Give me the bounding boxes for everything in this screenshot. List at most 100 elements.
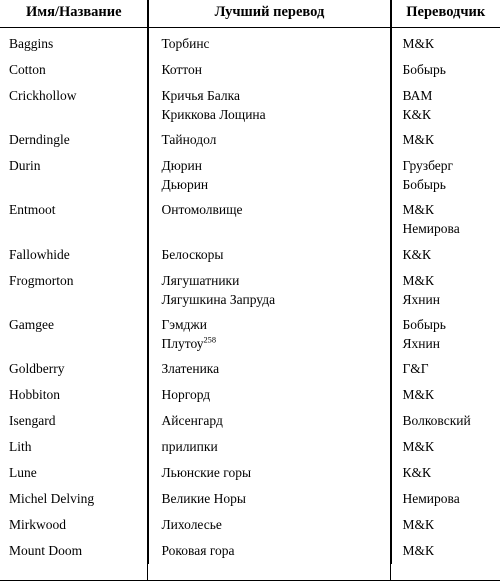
translator-text: ВАМ (402, 87, 433, 103)
cell-translation: Златеника (148, 356, 392, 383)
translation-text: Гэмджи (161, 316, 207, 332)
translator-text: М&К (402, 517, 435, 533)
translation-text: Лягушатники (161, 272, 240, 288)
table-row: Entmoot Онтомолвище М&К Немирова (0, 197, 500, 242)
name-text: Goldberry (9, 361, 65, 377)
translation-text: Дюрин (161, 157, 203, 173)
cell-name: Cotton (0, 56, 149, 83)
translation-text: Плутоу258 (161, 335, 217, 352)
translation-text: Криккова Лощина (161, 106, 266, 122)
cell-translation: Коттон (148, 56, 392, 83)
translator-text: М&К (402, 439, 435, 455)
cell-translation: Норгорд (148, 382, 392, 409)
translation-text: Торбинс (161, 35, 210, 51)
translator-text: К&К (402, 246, 432, 262)
translation-text: прилипки (161, 439, 218, 455)
translator-text: Бобырь (402, 61, 446, 77)
cell-translator: Бобырь (391, 57, 500, 83)
cell-name: Isengard (0, 408, 149, 435)
translator-text: М&К (402, 202, 435, 218)
name-text: Isengard (9, 413, 56, 429)
translator-text: М&К (402, 131, 435, 147)
cell-name: Gamgee (0, 311, 149, 357)
cell-translator: Бобырь Яхнин (391, 312, 500, 356)
cell-translation: Кричья Балка Криккова Лощина (148, 82, 392, 127)
table-row: Derndingle Тайнодол М&К (0, 126, 500, 153)
cell-translation: Белоскоры (148, 241, 392, 268)
translator-text: М&К (402, 387, 435, 403)
translator-text: Бобырь (402, 316, 446, 332)
translator-text: К&К (402, 106, 432, 122)
cell-translator: М&К (391, 512, 500, 538)
table-bottom-rule (0, 580, 500, 581)
cell-translation: Тайнодол (148, 126, 392, 153)
cell-translator: ВАМ К&К (391, 83, 500, 127)
cell-name: Entmoot (0, 197, 149, 242)
translation-text: Роковая гора (161, 543, 235, 559)
translation-text: Льюнские горы (161, 465, 252, 481)
cell-translation: прилипки (148, 434, 392, 461)
table-row: Mount Doom Роковая гора М&К (0, 538, 500, 565)
translator-text: Бобырь (402, 177, 446, 193)
cell-translation: Онтомолвище (148, 197, 392, 242)
table-body: Baggins Торбинс М&К Cotton Коттон Бобырь Crick… (0, 26, 500, 565)
translation-text: Онтомолвище (161, 202, 243, 218)
table-row: Gamgee Гэмджи Плутоу258 Бобырь Яхнин (0, 311, 500, 357)
table-row: Lith прилипки М&К (0, 434, 500, 461)
table-row: Durin Дюрин Дьюрин Грузберг Бобырь (0, 152, 500, 198)
cell-name: Mount Doom (0, 538, 149, 565)
name-text: Mount Doom (9, 543, 83, 559)
column-header-translator: Переводчик (391, 0, 500, 28)
cell-translation: Лихолесье (148, 512, 392, 539)
cell-name: Hobbiton (0, 382, 149, 409)
name-text: Durin (9, 157, 41, 173)
translation-text: Коттон (161, 61, 203, 77)
translation-text: Лихолесье (161, 517, 222, 533)
translator-text: Волковский (402, 413, 471, 429)
table-header: Имя/Название Лучший перевод Переводчик (0, 0, 500, 28)
table-row: Frogmorton Лягушатники Лягушкина Запруда М&… (0, 267, 500, 312)
cell-translation: Гэмджи Плутоу258 (148, 311, 392, 357)
table-row: Isengard Айсенгард Волковский (0, 408, 500, 435)
name-text: Frogmorton (9, 272, 74, 288)
cell-translator: М&К (391, 434, 500, 460)
translation-text: Айсенгард (161, 413, 223, 429)
table-row: Michel Delving Великие Норы Немирова (0, 486, 500, 513)
cell-name: Michel Delving (0, 486, 149, 513)
translator-text: Немирова (402, 221, 460, 237)
name-text: Entmoot (9, 202, 56, 218)
table-row: Fallowhide Белоскоры К&К (0, 241, 500, 268)
translation-text: Кричья Балка (161, 87, 240, 103)
translator-text: Немирова (402, 491, 460, 507)
cell-translation: Великие Норы (148, 486, 392, 513)
glossary-table: Имя/Название Лучший перевод Переводчик B… (0, 0, 500, 565)
name-text: Derndingle (9, 131, 70, 147)
column-header-translation: Лучший перевод (148, 0, 392, 28)
translation-text: Белоскоры (161, 246, 224, 262)
name-text: Gamgee (9, 316, 54, 332)
column-header-name: Имя/Название (0, 0, 149, 28)
cell-translator: К&К (391, 242, 500, 268)
cell-name: Fallowhide (0, 241, 149, 268)
translator-text: К&К (402, 465, 432, 481)
column-divider-1 (147, 0, 148, 581)
table-row: Mirkwood Лихолесье М&К (0, 512, 500, 539)
cell-translator: М&К (391, 538, 500, 564)
translation-text: Великие Норы (161, 491, 246, 507)
column-divider-2 (390, 0, 391, 581)
cell-translation: Дюрин Дьюрин (148, 152, 392, 198)
cell-name: Derndingle (0, 126, 149, 153)
table-row: Crickhollow Кричья Балка Криккова Лощина ВА… (0, 82, 500, 127)
cell-translator: Г&Г (391, 356, 500, 382)
table-row: Baggins Торбинс М&К (0, 30, 500, 57)
translator-text: Г&Г (402, 361, 429, 377)
table-row: Cotton Коттон Бобырь (0, 56, 500, 83)
translator-text: Грузберг (402, 157, 454, 173)
translation-text: Златеника (161, 361, 220, 377)
cell-name: Goldberry (0, 356, 149, 383)
cell-translator: М&К Яхнин (391, 268, 500, 312)
cell-name: Frogmorton (0, 267, 149, 312)
name-text: Baggins (9, 35, 54, 51)
translation-text: Лягушкина Запруда (161, 291, 276, 307)
cell-name: Durin (0, 152, 149, 198)
